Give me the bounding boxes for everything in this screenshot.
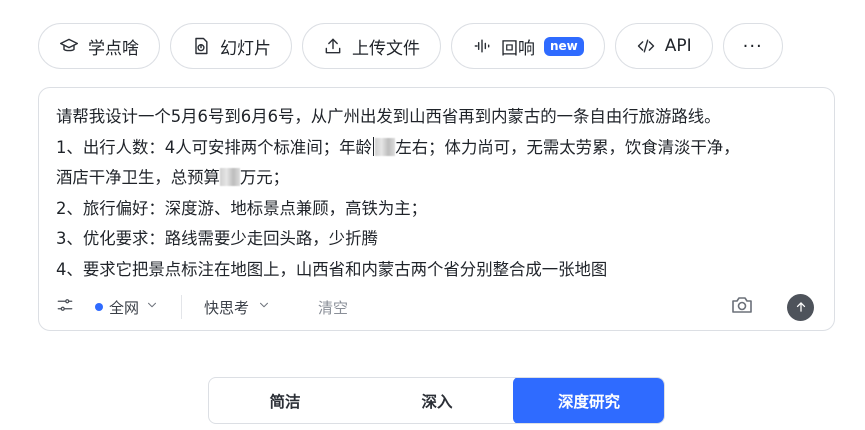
- learn-label: 学点啥: [88, 38, 139, 59]
- slides-button[interactable]: 幻灯片: [170, 23, 292, 69]
- prompt-line: 酒店干净卫生，总预算 万元；: [56, 163, 820, 194]
- option-deep[interactable]: 深入: [361, 378, 513, 423]
- scope-dot-icon: [95, 303, 103, 311]
- chevron-down-icon: [257, 298, 271, 316]
- prompt-line-part: 左右；体力尚可，无需太劳累，饮食清淡干净，: [395, 137, 740, 157]
- slides-file-icon: [191, 36, 211, 56]
- feature-toolbar: 学点啥 幻灯片 上传文件 回响 new API ···: [38, 23, 783, 69]
- redacted-blur: [219, 168, 240, 186]
- prompt-line-part: 酒店干净卫生，总预算: [56, 168, 220, 187]
- upload-icon: [323, 36, 343, 56]
- mode-label: 快思考: [204, 298, 250, 317]
- prompt-line: 1、出行人数：4人可安排两个标准间；年龄 左右；体力尚可，无需太劳累，饮食清淡干净…: [56, 133, 820, 164]
- slides-label: 幻灯片: [220, 38, 271, 59]
- api-button[interactable]: API: [614, 23, 713, 69]
- option-concise[interactable]: 简洁: [209, 378, 361, 423]
- upload-file-label: 上传文件: [352, 38, 420, 59]
- thinking-mode-select[interactable]: 快思考: [204, 297, 271, 318]
- prompt-composer[interactable]: 请帮我设计一个5月6号到6月6号，从广州出发到山西省再到内蒙古的一条自由行旅游路…: [38, 87, 835, 331]
- echo-button[interactable]: 回响 new: [451, 23, 605, 69]
- option-deep-research[interactable]: 深度研究: [513, 378, 664, 423]
- prompt-text[interactable]: 请帮我设计一个5月6号到6月6号，从广州出发到山西省再到内蒙古的一条自由行旅游路…: [56, 102, 820, 285]
- composer-controls: 全网 快思考 清空: [56, 293, 814, 321]
- graduation-cap-icon: [59, 36, 79, 56]
- settings-sliders-icon[interactable]: [56, 296, 74, 318]
- prompt-line: 2、旅行偏好：深度游、地标景点兼顾，高铁为主；: [56, 198, 428, 218]
- api-label: API: [664, 36, 692, 56]
- audio-wave-icon: [472, 36, 492, 56]
- camera-icon[interactable]: [730, 293, 754, 321]
- search-scope-select[interactable]: 全网: [95, 297, 159, 318]
- learn-button[interactable]: 学点啥: [38, 23, 160, 69]
- echo-label: 回响: [501, 38, 535, 59]
- arrow-up-icon: [796, 302, 805, 312]
- scope-label: 全网: [109, 298, 140, 317]
- prompt-line: 4、要求它把景点标注在地图上，山西省和内蒙古两个省分别整合成一张地图: [56, 259, 608, 279]
- divider: [181, 295, 183, 319]
- text-caret: [372, 136, 375, 156]
- upload-file-button[interactable]: 上传文件: [302, 23, 441, 69]
- redacted-blur: [375, 137, 396, 156]
- send-button[interactable]: [787, 293, 814, 321]
- code-icon: [636, 36, 656, 56]
- prompt-line: 3、优化要求：路线需要少走回头路，少折腾: [56, 229, 378, 248]
- chevron-down-icon: [145, 298, 159, 316]
- more-button[interactable]: ···: [722, 23, 783, 69]
- prompt-line-part: 万元；: [239, 168, 290, 187]
- new-badge: new: [544, 36, 584, 56]
- depth-selector: 简洁 深入 深度研究: [208, 377, 665, 424]
- clear-button[interactable]: 清空: [318, 297, 348, 318]
- prompt-line-part: 1、出行人数：4人可安排两个标准间；年龄: [56, 137, 372, 157]
- more-icon: ···: [742, 35, 763, 57]
- prompt-line: 请帮我设计一个5月6号到6月6号，从广州出发到山西省再到内蒙古的一条自由行旅游路…: [56, 107, 721, 126]
